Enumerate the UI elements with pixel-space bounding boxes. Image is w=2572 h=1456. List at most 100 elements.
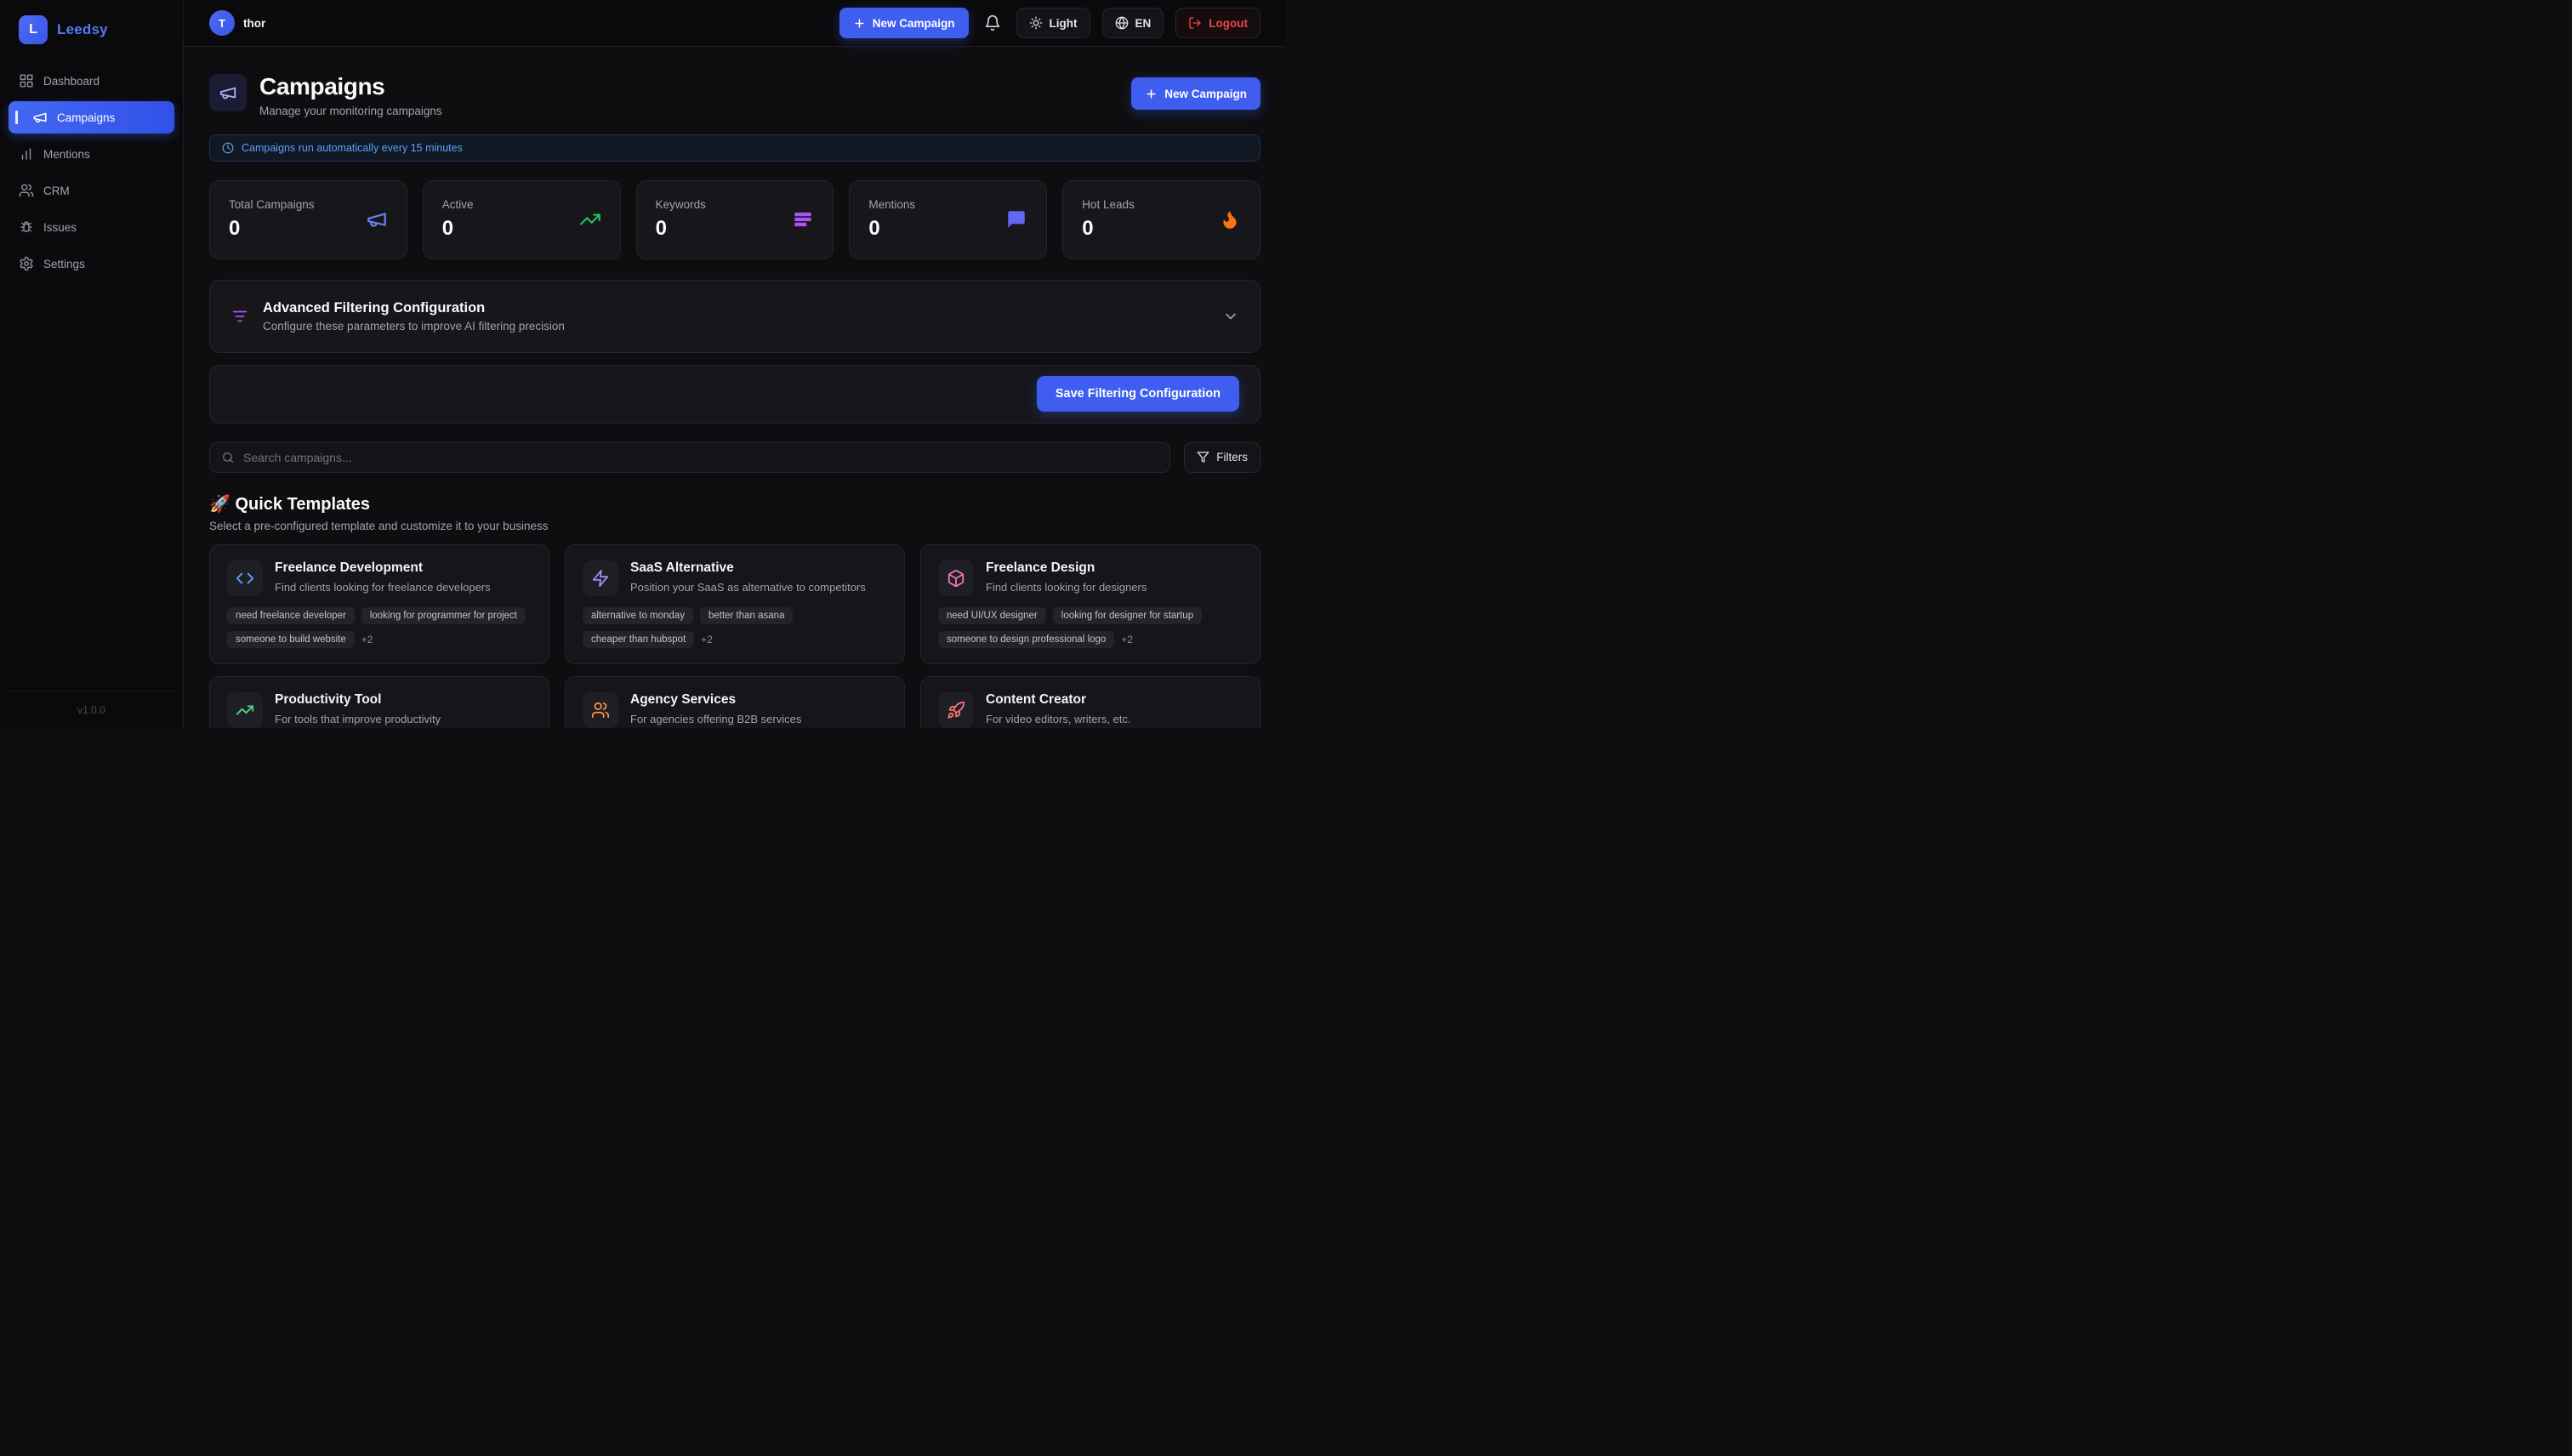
template-tag-more: +2: [361, 634, 373, 646]
filtering-title: Advanced Filtering Configuration: [263, 300, 565, 316]
page-header: Campaigns Manage your monitoring campaig…: [209, 74, 1260, 117]
users-icon: [591, 701, 610, 719]
template-tag: better than asana: [700, 607, 794, 624]
megaphone-icon: [32, 110, 48, 125]
theme-toggle-button[interactable]: Light: [1016, 8, 1090, 38]
search-input[interactable]: [243, 451, 1158, 464]
plus-icon: [853, 17, 866, 30]
filters-label: Filters: [1216, 451, 1248, 464]
user-menu[interactable]: T thor: [209, 10, 265, 36]
stat-card-hot-leads: Hot Leads 0: [1062, 180, 1260, 259]
template-tag: someone to build website: [227, 631, 355, 648]
template-title: Agency Services: [630, 692, 801, 708]
advanced-filtering-panel[interactable]: Advanced Filtering Configuration Configu…: [209, 280, 1260, 353]
template-title: Content Creator: [986, 692, 1131, 708]
sidebar-item-label: Mentions: [43, 148, 90, 161]
template-card-agency-services[interactable]: Agency Services For agencies offering B2…: [565, 676, 905, 728]
rocket-icon: [947, 701, 965, 719]
template-icon-box: [583, 560, 618, 596]
save-filtering-button[interactable]: Save Filtering Configuration: [1037, 376, 1239, 412]
main-content: Campaigns Manage your monitoring campaig…: [184, 47, 1286, 728]
users-icon: [19, 183, 34, 198]
logout-button[interactable]: Logout: [1175, 8, 1260, 38]
search-icon: [221, 451, 235, 464]
stat-card-active: Active 0: [423, 180, 621, 259]
template-tag: need UI/UX designer: [938, 607, 1046, 624]
sidebar-item-issues[interactable]: Issues: [9, 211, 174, 243]
gear-icon: [19, 256, 34, 271]
megaphone-icon: [219, 83, 237, 102]
language-button[interactable]: EN: [1102, 8, 1164, 38]
template-tags: need freelance developer looking for pro…: [227, 607, 532, 648]
avatar: T: [209, 10, 235, 36]
new-campaign-button-topbar[interactable]: New Campaign: [839, 8, 969, 38]
trending-up-icon: [579, 208, 601, 230]
stat-label: Keywords: [656, 198, 706, 211]
funnel-icon: [1197, 451, 1209, 464]
template-tag: alternative to monday: [583, 607, 693, 624]
stat-card-keywords: Keywords 0: [636, 180, 834, 259]
trending-up-icon: [236, 701, 254, 719]
template-description: Find clients looking for designers: [986, 581, 1147, 594]
template-tags: need UI/UX designer looking for designer…: [938, 607, 1243, 648]
quick-templates-header: 🚀 Quick Templates Select a pre-configure…: [209, 493, 1260, 532]
template-title: Freelance Design: [986, 560, 1147, 576]
sidebar-item-crm[interactable]: CRM: [9, 174, 174, 207]
sidebar-item-dashboard[interactable]: Dashboard: [9, 65, 174, 97]
stat-value: 0: [1082, 217, 1135, 241]
topbar: T thor New Campaign Light EN Logout: [184, 0, 1286, 47]
bell-icon: [984, 14, 1001, 31]
app-version: v1.0.0: [9, 691, 174, 728]
sidebar-item-campaigns[interactable]: Campaigns: [9, 101, 174, 134]
template-title: SaaS Alternative: [630, 560, 866, 576]
chevron-down-icon: [1222, 308, 1239, 325]
new-campaign-label: New Campaign: [873, 17, 955, 30]
template-icon-box: [938, 560, 974, 596]
chat-bubble-icon: [1005, 208, 1027, 230]
page-icon-box: [209, 74, 247, 111]
quick-templates-title: 🚀 Quick Templates: [209, 493, 1260, 515]
bug-icon: [19, 219, 34, 235]
page-subtitle: Manage your monitoring campaigns: [259, 105, 442, 117]
sidebar-item-label: Settings: [43, 258, 85, 270]
template-card-productivity-tool[interactable]: Productivity Tool For tools that improve…: [209, 676, 549, 728]
megaphone-icon: [366, 208, 388, 230]
language-label: EN: [1135, 17, 1152, 30]
template-card-freelance-design[interactable]: Freelance Design Find clients looking fo…: [920, 544, 1260, 664]
stat-label: Total Campaigns: [229, 198, 315, 211]
template-title: Freelance Development: [275, 560, 491, 576]
filter-lines-icon: [230, 307, 249, 326]
logout-label: Logout: [1209, 17, 1248, 30]
template-tag: someone to design professional logo: [938, 631, 1114, 648]
stat-value: 0: [442, 217, 474, 241]
new-campaign-button-header[interactable]: New Campaign: [1131, 77, 1260, 110]
stat-label: Hot Leads: [1082, 198, 1135, 211]
templates-grid: Freelance Development Find clients looki…: [209, 544, 1260, 728]
stat-value: 0: [229, 217, 315, 241]
new-campaign-label: New Campaign: [1164, 88, 1247, 100]
template-tags: alternative to monday better than asana …: [583, 607, 887, 648]
template-tag: looking for programmer for project: [361, 607, 526, 624]
stat-value: 0: [868, 217, 915, 241]
sidebar-item-mentions[interactable]: Mentions: [9, 138, 174, 170]
theme-label: Light: [1050, 17, 1078, 30]
list-rows-icon: [792, 208, 814, 230]
notifications-button[interactable]: [981, 11, 1004, 35]
quick-templates-subtitle: Select a pre-configured template and cus…: [209, 520, 1260, 532]
template-description: For tools that improve productivity: [275, 713, 441, 725]
template-card-freelance-development[interactable]: Freelance Development Find clients looki…: [209, 544, 549, 664]
stat-value: 0: [656, 217, 706, 241]
template-card-saas-alternative[interactable]: SaaS Alternative Position your SaaS as a…: [565, 544, 905, 664]
brand[interactable]: L Leedsy: [9, 0, 174, 65]
template-card-content-creator[interactable]: Content Creator For video editors, write…: [920, 676, 1260, 728]
sidebar-item-settings[interactable]: Settings: [9, 247, 174, 280]
template-tag: cheaper than hubspot: [583, 631, 694, 648]
stat-label: Mentions: [868, 198, 915, 211]
page-title: Campaigns: [259, 74, 442, 100]
template-icon-box: [583, 692, 618, 728]
filters-button[interactable]: Filters: [1184, 442, 1260, 473]
stat-card-total-campaigns: Total Campaigns 0: [209, 180, 407, 259]
globe-icon: [1115, 16, 1129, 30]
sidebar-item-label: Dashboard: [43, 75, 100, 88]
sidebar-item-label: Issues: [43, 221, 77, 234]
